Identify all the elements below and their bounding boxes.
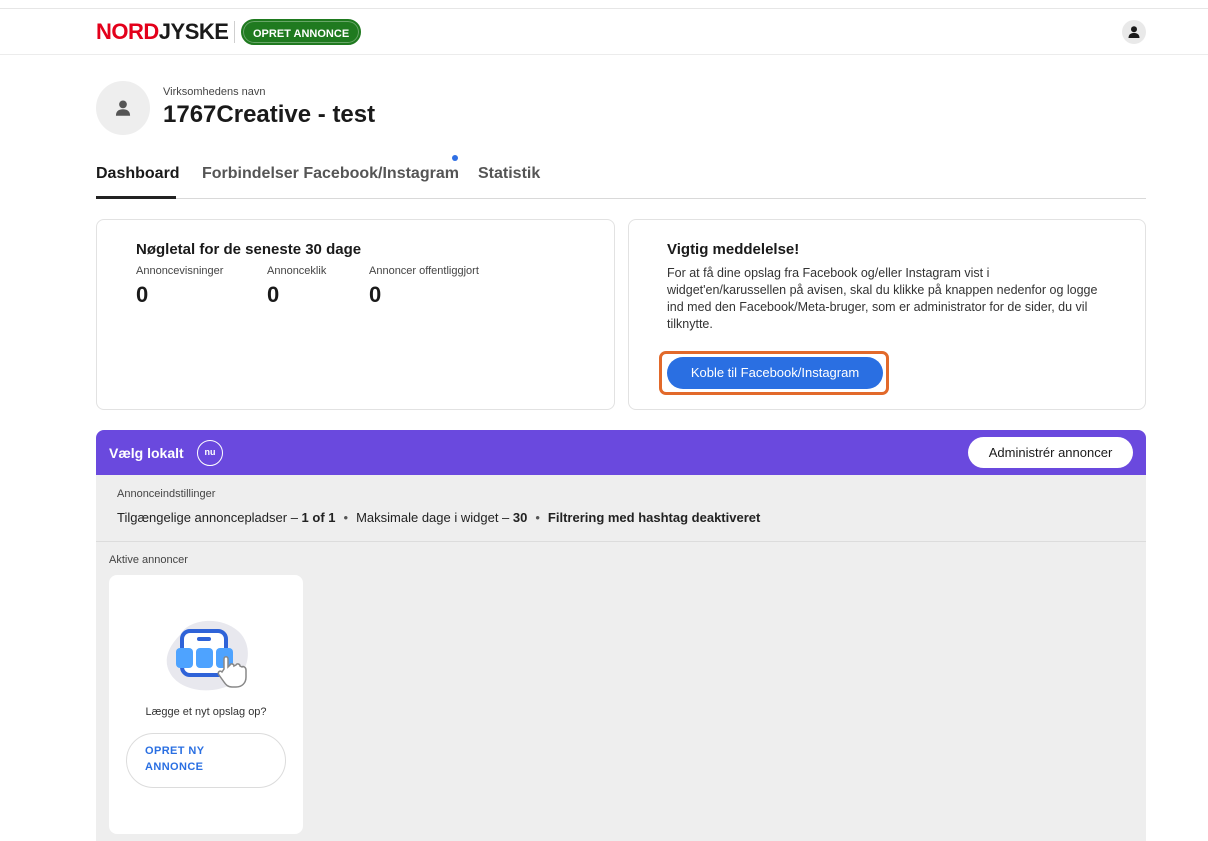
- business-name-label: Virksomhedens navn: [163, 86, 266, 98]
- hashtag-filter-status: Filtrering med hashtag deaktiveret: [547, 510, 761, 525]
- user-icon: [1128, 26, 1140, 38]
- site-header: NORDJYSKE OPRET ANNONCE: [0, 9, 1208, 55]
- tab-bar: Dashboard Forbindelser Facebook/Instagra…: [96, 163, 1146, 199]
- days-value: 30: [512, 510, 528, 525]
- local-bar-title: Vælg lokalt: [109, 445, 184, 461]
- business-avatar: [96, 81, 150, 135]
- tab-dashboard[interactable]: Dashboard: [96, 165, 180, 183]
- stat-value-views: 0: [136, 282, 149, 307]
- stat-label-views: Annoncevisninger: [136, 265, 224, 277]
- stat-label-published: Annoncer offentliggjort: [369, 265, 479, 277]
- stat-value-published: 0: [369, 282, 382, 307]
- notice-title: Vigtig meddelelse!: [667, 241, 800, 258]
- create-new-ad-label[interactable]: OPRET NY ANNONCE: [145, 743, 235, 775]
- settings-divider: [96, 541, 1146, 542]
- new-ad-card: [109, 575, 303, 834]
- active-ads-label: Aktive annoncer: [109, 554, 188, 566]
- tab-facebook-instagram[interactable]: Forbindelser Facebook/Instagram: [202, 165, 459, 183]
- tab-statistik[interactable]: Statistik: [478, 165, 540, 183]
- business-name: 1767Creative - test: [163, 101, 376, 128]
- manage-ads-button[interactable]: Administrér annoncer: [968, 437, 1133, 468]
- local-nu-icon[interactable]: nu: [197, 440, 223, 466]
- stats-card-title: Nøgletal for de seneste 30 dage: [136, 241, 362, 258]
- new-post-illustration-icon: [166, 620, 248, 691]
- slots-value: 1 of 1: [301, 510, 336, 525]
- ad-settings-label: Annonceindstillinger: [117, 488, 216, 500]
- stat-value-clicks: 0: [267, 282, 280, 307]
- nordjyske-logo[interactable]: NORDJYSKE: [96, 20, 229, 44]
- connect-facebook-button[interactable]: Koble til Facebook/Instagram: [667, 357, 883, 389]
- user-menu-button[interactable]: [1122, 20, 1146, 44]
- notification-dot: [452, 155, 458, 161]
- user-icon: [115, 100, 131, 116]
- notice-text: For at få dine opslag fra Facebook og/el…: [667, 266, 1098, 331]
- new-post-question: Lægge et nyt opslag op?: [145, 706, 267, 718]
- ad-settings-summary: Tilgængelige annoncepladser – 1 of 1 • Mak…: [117, 510, 761, 525]
- active-tab-indicator: [96, 196, 176, 199]
- stat-label-clicks: Annonceklik: [267, 265, 327, 277]
- logo-divider: [234, 21, 235, 43]
- opret-annonce-button[interactable]: OPRET ANNONCE: [241, 19, 362, 45]
